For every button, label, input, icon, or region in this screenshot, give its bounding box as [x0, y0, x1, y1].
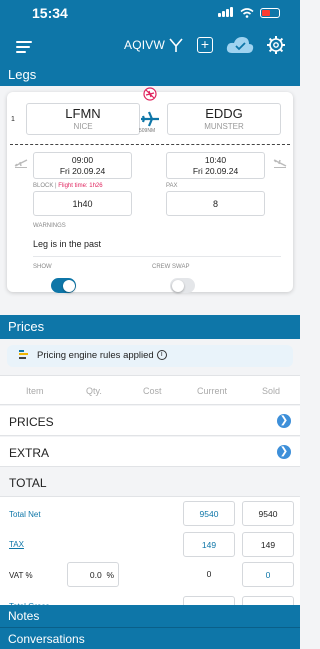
total-row: TOTAL — [0, 467, 300, 497]
warning-text: Leg is in the past — [33, 239, 102, 249]
status-icons — [218, 4, 280, 22]
col-cost: Cost — [143, 386, 162, 396]
departure-time: 09:00 — [71, 155, 94, 165]
arrival-time: 10:40 — [204, 155, 227, 165]
leg-divider — [10, 144, 290, 145]
price-table-header: Item Qty. Cost Current Sold — [0, 375, 300, 405]
pax-label: PAX — [166, 183, 178, 189]
prices-row-label: PRICES — [9, 415, 54, 429]
flight-time-label: Flight time: 1h26 — [58, 183, 103, 189]
top-bar: 15:34 AQIVW + — [0, 0, 300, 64]
branch-icon[interactable] — [168, 37, 184, 53]
total-net-sold[interactable]: 9540 — [242, 501, 294, 526]
vat-unit: % — [106, 570, 114, 580]
tax-current: 149 — [183, 532, 235, 557]
rules-icon — [19, 348, 31, 360]
add-icon[interactable]: + — [197, 37, 213, 53]
no-aircraft-alert-icon[interactable] — [143, 87, 157, 101]
col-item: Item — [26, 386, 44, 396]
crew-swap-label: CREW SWAP — [152, 264, 190, 270]
departure-time-field[interactable]: 09:00 Fri 20.09.24 — [33, 152, 132, 179]
extra-row-label: EXTRA — [9, 446, 50, 460]
status-bar: 15:34 — [0, 0, 300, 26]
tax-sold[interactable]: 149 — [242, 532, 294, 557]
cloud-check-icon[interactable] — [226, 35, 254, 55]
pax-field[interactable]: 8 — [166, 191, 265, 216]
signal-icon — [218, 4, 234, 22]
battery-icon — [260, 8, 280, 18]
block-label-text: BLOCK — [33, 183, 54, 189]
prices-section-header: Prices — [0, 315, 300, 339]
total-net-label: Total Net — [9, 510, 41, 519]
warnings-label: WARNINGS — [33, 223, 66, 229]
landing-icon — [273, 159, 287, 168]
show-label: SHOW — [33, 264, 52, 270]
vat-sold[interactable]: 0 — [242, 562, 294, 587]
nav-bar: AQIVW + — [0, 32, 300, 62]
conversations-section-header[interactable]: Conversations — [0, 627, 300, 649]
chevron-right-icon[interactable]: ❯ — [277, 414, 291, 428]
show-toggle[interactable] — [51, 278, 76, 293]
col-current: Current — [197, 386, 228, 396]
arrival-airport-field[interactable]: EDDG MUNSTER — [167, 103, 281, 135]
vat-label: VAT % — [9, 571, 33, 580]
info-icon[interactable]: i — [156, 350, 167, 361]
tax-label[interactable]: TAX — [9, 540, 24, 549]
vat-input[interactable]: 0.0 % — [67, 562, 119, 587]
aircraft-registration[interactable]: AQIVW — [124, 38, 165, 52]
leg-distance: 509NM — [139, 128, 156, 134]
col-qty: Qty. — [86, 386, 102, 396]
arrival-airport-code: EDDG — [205, 106, 243, 121]
pricing-engine-text: Pricing engine rules applied — [37, 350, 154, 361]
card-divider — [33, 256, 281, 257]
wifi-icon — [240, 8, 254, 18]
status-time: 15:34 — [32, 5, 68, 21]
gear-icon[interactable] — [266, 35, 286, 55]
vat-current: 0 — [183, 562, 235, 587]
airplane-icon — [141, 111, 159, 127]
vat-input-value: 0.0 — [89, 570, 102, 580]
block-label: BLOCK | Flight time: 1h26 — [33, 183, 103, 189]
crew-swap-toggle[interactable] — [170, 278, 195, 293]
extra-row[interactable]: EXTRA ❯ — [0, 437, 300, 467]
col-sold: Sold — [262, 386, 281, 396]
menu-icon[interactable] — [16, 36, 38, 58]
departure-airport-code: LFMN — [65, 106, 101, 121]
leg-number: 1 — [11, 116, 15, 123]
total-net-current: 9540 — [183, 501, 235, 526]
total-label: TOTAL — [9, 476, 47, 490]
departure-airport-city: NICE — [73, 122, 93, 131]
arrival-airport-city: MUNSTER — [204, 122, 244, 131]
prices-row[interactable]: PRICES ❯ — [0, 406, 300, 436]
notes-section-header[interactable]: Notes — [0, 605, 300, 627]
legs-section-header: Legs — [0, 64, 300, 86]
chevron-right-icon[interactable]: ❯ — [277, 445, 291, 459]
arrival-time-field[interactable]: 10:40 Fri 20.09.24 — [166, 152, 265, 179]
takeoff-icon — [14, 159, 28, 168]
arrival-date: Fri 20.09.24 — [192, 166, 239, 176]
departure-airport-field[interactable]: LFMN NICE — [26, 103, 140, 135]
departure-date: Fri 20.09.24 — [59, 166, 106, 176]
block-time-field[interactable]: 1h40 — [33, 191, 132, 216]
pricing-engine-note[interactable]: Pricing engine rules applied i — [7, 345, 293, 367]
